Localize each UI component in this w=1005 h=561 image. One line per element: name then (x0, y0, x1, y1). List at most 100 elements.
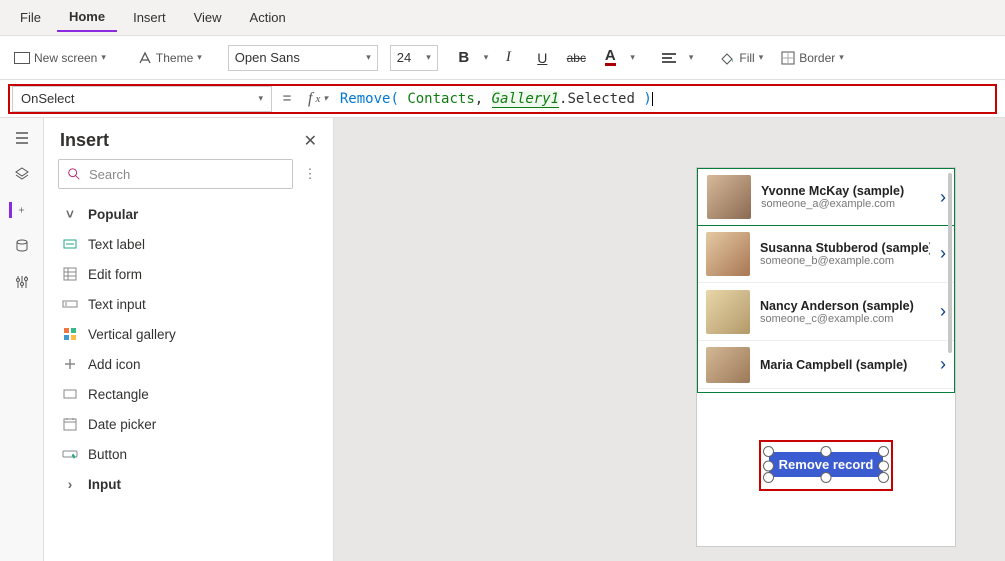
search-placeholder: Search (89, 167, 130, 182)
contact-name: Nancy Anderson (sample) (760, 299, 930, 313)
border-button[interactable]: Border ▾ (775, 47, 850, 69)
input-section[interactable]: › Input (52, 469, 325, 499)
avatar (707, 175, 751, 219)
popular-section[interactable]: ˅ Popular (52, 199, 325, 229)
fx-button[interactable]: fx ▾ (302, 90, 334, 108)
border-icon (781, 51, 795, 65)
gallery-control[interactable]: Yvonne McKay (sample)someone_a@example.c… (697, 168, 955, 393)
main-area: Insert ✕ Search ⋮ ˅ Popular Text label E… (0, 118, 1005, 561)
resize-handle[interactable] (878, 472, 889, 483)
new-screen-button[interactable]: New screen ▾ (8, 47, 112, 69)
strikethrough-button[interactable]: abc (562, 44, 590, 72)
chevron-right-icon[interactable]: › (940, 301, 946, 322)
avatar (706, 347, 750, 383)
search-icon (67, 167, 81, 181)
insert-rectangle[interactable]: Rectangle (52, 379, 325, 409)
chevron-down-icon: ˅ (62, 206, 78, 222)
chevron-down-icon: ▾ (323, 93, 328, 104)
chevron-right-icon[interactable]: › (940, 243, 946, 264)
insert-button[interactable]: Button (52, 439, 325, 469)
tab-insert[interactable]: Insert (121, 4, 178, 31)
gallery-row[interactable]: Maria Campbell (sample) › (698, 341, 954, 389)
selected-control[interactable]: Remove record (759, 440, 894, 491)
fill-label: Fill (739, 51, 754, 65)
insert-title: Insert (60, 130, 109, 151)
underline-button[interactable]: U (528, 44, 556, 72)
resize-handle[interactable] (878, 446, 889, 457)
chevron-down-icon: ▾ (197, 52, 202, 63)
chevron-down-icon: ▾ (101, 52, 106, 63)
chevron-right-icon[interactable]: › (940, 187, 946, 208)
chevron-down-icon: ▾ (839, 52, 844, 63)
layers-icon[interactable] (14, 166, 30, 182)
insert-edit-form[interactable]: Edit form (52, 259, 325, 289)
popular-label: Popular (88, 207, 138, 222)
chevron-down-icon: ▾ (258, 93, 263, 104)
search-input[interactable]: Search (58, 159, 293, 189)
resize-handle[interactable] (878, 460, 889, 471)
chevron-down-icon: ▾ (759, 52, 764, 63)
gallery-row[interactable]: Nancy Anderson (sample)someone_c@example… (698, 283, 954, 341)
theme-button[interactable]: Theme ▾ (132, 47, 208, 69)
tree-view-icon[interactable] (14, 130, 30, 146)
contact-email: someone_c@example.com (760, 313, 930, 325)
insert-text-label[interactable]: Text label (52, 229, 325, 259)
chevron-down-icon: ▾ (630, 52, 635, 63)
screen-icon (14, 52, 30, 64)
gallery-row[interactable]: Susanna Stubberod (sample)someone_b@exam… (698, 225, 954, 283)
resize-handle[interactable] (763, 460, 774, 471)
chevron-right-icon[interactable]: › (940, 354, 946, 375)
resize-handle[interactable] (821, 446, 832, 457)
resize-handle[interactable] (763, 446, 774, 457)
resize-handle[interactable] (821, 472, 832, 483)
ribbon-toolbar: New screen ▾ Theme ▾ Open Sans ▾ 24 ▾ B … (0, 36, 1005, 80)
font-size-select[interactable]: 24 ▾ (390, 45, 438, 71)
fill-icon (719, 51, 735, 65)
resize-handle[interactable] (763, 472, 774, 483)
font-name-value: Open Sans (235, 50, 300, 65)
property-select[interactable]: OnSelect ▾ (12, 86, 272, 112)
border-label: Border (799, 51, 835, 65)
formula-bar: OnSelect ▾ = fx ▾ Remove( Contacts, Gall… (0, 80, 1005, 118)
font-size-value: 24 (397, 50, 411, 65)
data-icon[interactable] (14, 238, 30, 254)
tools-icon[interactable] (14, 274, 30, 290)
font-select[interactable]: Open Sans ▾ (228, 45, 378, 71)
more-options-icon[interactable]: ⋮ (301, 166, 319, 182)
equals-sign: = (272, 90, 302, 107)
property-value: OnSelect (21, 91, 74, 106)
font-color-button[interactable]: A (596, 44, 624, 72)
insert-add-icon[interactable]: Add icon (52, 349, 325, 379)
italic-button[interactable]: I (494, 44, 522, 72)
chevron-down-icon: ▾ (689, 52, 694, 63)
align-button[interactable] (655, 44, 683, 72)
tab-action[interactable]: Action (238, 4, 298, 31)
contact-email: someone_b@example.com (760, 255, 930, 267)
fill-button[interactable]: Fill ▾ (713, 47, 769, 69)
avatar (706, 232, 750, 276)
tab-home[interactable]: Home (57, 3, 117, 32)
insert-text-input[interactable]: Text input (52, 289, 325, 319)
insert-rail-icon[interactable] (9, 202, 25, 218)
tab-file[interactable]: File (8, 4, 53, 31)
contact-name: Yvonne McKay (sample) (761, 184, 930, 198)
theme-icon (138, 51, 152, 65)
insert-vertical-gallery[interactable]: Vertical gallery (52, 319, 325, 349)
canvas[interactable]: Yvonne McKay (sample)someone_a@example.c… (334, 118, 1005, 561)
scrollbar[interactable] (948, 173, 952, 353)
gallery-row[interactable]: Yvonne McKay (sample)someone_a@example.c… (697, 168, 955, 226)
chevron-down-icon: ▾ (484, 52, 489, 63)
insert-date-picker[interactable]: Date picker (52, 409, 325, 439)
insert-panel: Insert ✕ Search ⋮ ˅ Popular Text label E… (44, 118, 334, 561)
chevron-down-icon: ▾ (426, 52, 431, 63)
input-label: Input (88, 477, 121, 492)
contact-name: Maria Campbell (sample) (760, 358, 930, 372)
formula-input[interactable]: Remove( Contacts, Gallery1.Selected ) (334, 89, 659, 109)
contact-name: Susanna Stubberod (sample) (760, 241, 930, 255)
close-icon[interactable]: ✕ (304, 131, 317, 151)
tab-view[interactable]: View (182, 4, 234, 31)
contact-email: someone_a@example.com (761, 198, 930, 210)
bold-button[interactable]: B (450, 44, 478, 72)
avatar (706, 290, 750, 334)
menu-tabs: File Home Insert View Action (0, 0, 1005, 36)
